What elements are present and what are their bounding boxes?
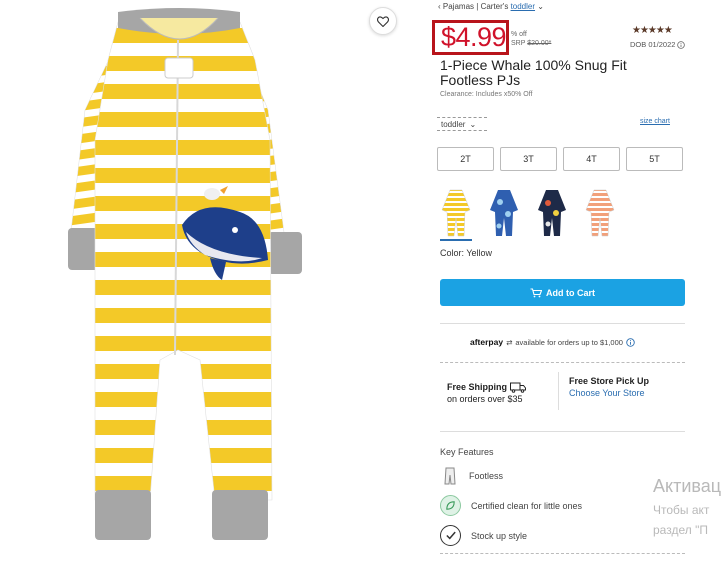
color-swatches <box>440 188 616 241</box>
breadcrumb-brand[interactable]: Carter's <box>481 2 509 11</box>
key-features-heading: Key Features <box>440 447 494 457</box>
size-options: 2T 3T 4T 5T <box>437 147 683 171</box>
info-icon[interactable] <box>677 40 686 49</box>
divider <box>440 362 685 363</box>
rating-stars[interactable]: ★★★★★ <box>632 25 673 36</box>
size-range-value: toddler <box>441 119 466 129</box>
size-option-5t[interactable]: 5T <box>626 147 683 171</box>
cart-icon <box>530 287 542 297</box>
watermark-line-3: раздел "П <box>653 523 708 537</box>
feature-label: Footless <box>469 470 504 481</box>
swatch-peach-striped[interactable] <box>584 188 616 238</box>
chevron-down-icon: ⌄ <box>537 2 544 11</box>
divider <box>440 323 685 324</box>
breadcrumb-category[interactable]: toddler <box>511 2 535 11</box>
heart-icon <box>377 15 389 27</box>
truck-icon <box>510 382 527 393</box>
breadcrumb-pajamas[interactable]: ‹ Pajamas <box>438 2 474 11</box>
size-option-3t[interactable]: 3T <box>500 147 557 171</box>
info-icon[interactable] <box>626 337 635 347</box>
selected-color-label: Color: Yellow <box>440 248 493 258</box>
leaf-icon <box>440 495 461 516</box>
dob-text: DOB 01/2022 <box>630 40 676 49</box>
srp-price: SRP $20.00* <box>511 40 551 47</box>
swatch-yellow[interactable] <box>440 188 472 241</box>
srp-value: $20.00* <box>527 40 552 47</box>
afterpay-text: available for orders up to $1,000 <box>515 337 623 347</box>
percent-off: % off <box>511 31 527 38</box>
activation-watermark-title: Активац <box>653 476 722 496</box>
divider <box>558 372 559 410</box>
free-shipping-subtitle: on orders over $35 <box>447 394 523 404</box>
add-to-cart-button[interactable]: Add to Cart <box>440 279 685 306</box>
size-chart-link[interactable]: size chart <box>640 118 670 125</box>
size-option-2t[interactable]: 2T <box>437 147 494 171</box>
chevron-down-icon: ⌄ <box>469 119 477 129</box>
check-icon <box>440 525 461 546</box>
breadcrumb-separator: | <box>476 2 479 11</box>
feature-footless: Footless <box>440 466 503 485</box>
afterpay-arrows-icon: ⇄ <box>506 337 513 347</box>
size-option-4t[interactable]: 4T <box>563 147 620 171</box>
choose-store-link[interactable]: Choose Your Store <box>569 387 649 399</box>
product-title: 1-Piece Whale 100% Snug Fit Footless PJs <box>440 57 627 88</box>
swatch-navy-print[interactable] <box>536 188 568 238</box>
feature-certified-clean: Certified clean for little ones <box>440 495 582 516</box>
breadcrumb: ‹ Pajamas | Carter's toddler ⌄ <box>438 2 544 11</box>
feature-label: Certified clean for little ones <box>471 500 583 511</box>
divider <box>440 431 685 432</box>
afterpay-logo: afterpay <box>470 337 504 347</box>
activation-watermark-text: Чтобы акт раздел "П <box>653 500 709 540</box>
favorite-button[interactable] <box>369 7 397 35</box>
feature-stock-up: Stock up style <box>440 525 527 546</box>
store-pickup-title: Free Store Pick Up <box>569 376 650 386</box>
product-image[interactable] <box>0 0 405 557</box>
divider <box>440 553 685 554</box>
dob-label: DOB 01/2022 <box>630 40 686 49</box>
free-shipping-title: Free Shipping <box>447 382 508 392</box>
afterpay-banner: afterpay ⇄ available for orders up to $1… <box>470 337 635 347</box>
add-to-cart-label: Add to Cart <box>546 287 595 298</box>
watermark-line-2: Чтобы акт <box>653 503 710 517</box>
swatch-blue-print[interactable] <box>488 188 520 238</box>
srp-label: SRP <box>511 40 526 47</box>
size-range-dropdown[interactable]: toddler ⌄ <box>437 117 487 131</box>
footless-icon <box>440 466 459 485</box>
free-shipping-info: Free Shipping on orders over $35 <box>447 381 527 405</box>
clearance-note: Clearance: Includes x50% Off <box>440 91 533 98</box>
store-pickup-info: Free Store Pick Up Choose Your Store <box>569 375 649 399</box>
sale-price: $4.99 <box>441 22 507 52</box>
feature-label: Stock up style <box>471 530 528 541</box>
